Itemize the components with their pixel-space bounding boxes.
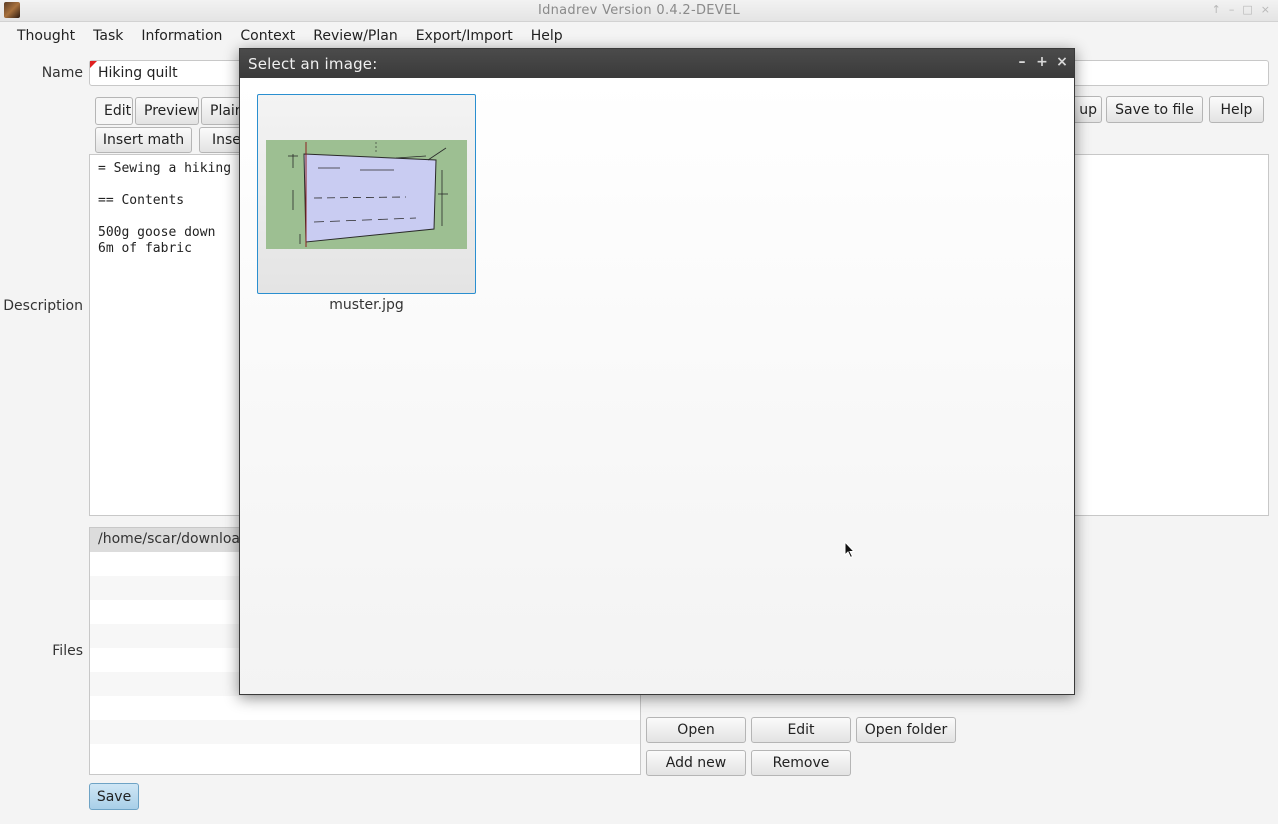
table-row[interactable] [90, 696, 640, 720]
remove-file-button[interactable]: Remove [751, 750, 851, 776]
menu-export-import[interactable]: Export/Import [407, 28, 522, 44]
maximize-icon[interactable]: + [1036, 54, 1048, 70]
window-controls: ↑ – □ × [1212, 3, 1270, 16]
menu-thought[interactable]: Thought [8, 28, 84, 44]
save-button[interactable]: Save [89, 783, 139, 810]
save-to-file-button[interactable]: Save to file [1106, 96, 1203, 123]
menu-context[interactable]: Context [231, 28, 304, 44]
menu-information[interactable]: Information [132, 28, 231, 44]
window-up-icon[interactable]: ↑ [1212, 3, 1221, 16]
tab-preview[interactable]: Preview [135, 97, 199, 125]
window-minimize-icon[interactable]: – [1229, 3, 1235, 16]
mouse-cursor-icon [844, 540, 856, 563]
table-row[interactable] [90, 720, 640, 744]
minimize-icon[interactable]: – [1016, 54, 1028, 70]
dialog-body: muster.jpg [240, 78, 1074, 694]
image-thumbnail [266, 140, 467, 249]
tab-plain[interactable]: Plain [201, 97, 241, 125]
name-field-value: Hiking quilt [98, 65, 178, 81]
window-titlebar: Idnadrev Version 0.4.2-DEVEL ↑ – □ × [0, 0, 1278, 22]
add-new-file-button[interactable]: Add new [646, 750, 746, 776]
menubar: Thought Task Information Context Review/… [0, 23, 1278, 49]
files-label: Files [52, 643, 83, 659]
window-maximize-icon[interactable]: □ [1242, 3, 1252, 16]
menu-task[interactable]: Task [84, 28, 132, 44]
dialog-titlebar[interactable]: Select an image: – + × [240, 49, 1074, 78]
image-filename: muster.jpg [329, 297, 404, 313]
menu-review-plan[interactable]: Review/Plan [304, 28, 406, 44]
insert-math-button[interactable]: Insert math [95, 127, 192, 153]
table-row[interactable] [90, 744, 640, 768]
open-file-button[interactable]: Open [646, 717, 746, 743]
select-image-dialog: Select an image: – + × muster.jpg [239, 48, 1075, 695]
name-label: Name [41, 65, 83, 81]
tab-edit[interactable]: Edit [95, 97, 133, 125]
help-button[interactable]: Help [1209, 96, 1264, 123]
open-folder-button[interactable]: Open folder [856, 717, 956, 743]
window-close-icon[interactable]: × [1261, 3, 1270, 16]
image-thumbnail-card[interactable] [257, 94, 476, 294]
dialog-title: Select an image: [248, 55, 378, 73]
insert-button[interactable]: Inse [199, 127, 243, 153]
close-icon[interactable]: × [1056, 54, 1068, 70]
edit-file-button[interactable]: Edit [751, 717, 851, 743]
required-marker [90, 61, 97, 68]
dialog-controls: – + × [1016, 54, 1068, 70]
window-title: Idnadrev Version 0.4.2-DEVEL [537, 3, 741, 18]
menu-help[interactable]: Help [522, 28, 572, 44]
description-label: Description [3, 298, 83, 314]
